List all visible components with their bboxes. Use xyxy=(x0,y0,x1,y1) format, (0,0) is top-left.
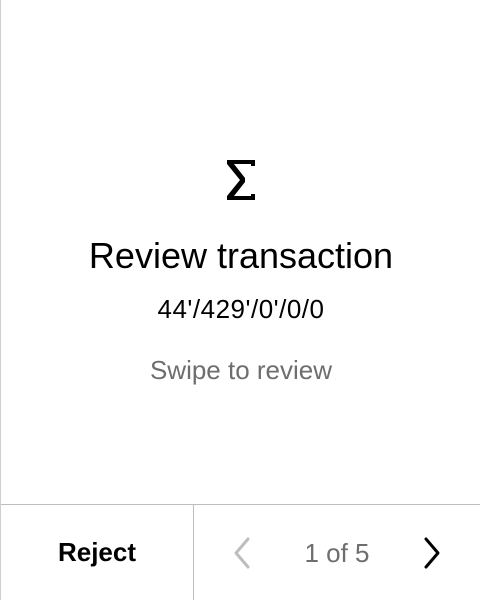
action-footer: Reject 1 of 5 xyxy=(1,504,480,600)
page-title: Review transaction xyxy=(88,235,394,276)
page-indicator: 1 of 5 xyxy=(304,538,370,568)
review-content[interactable]: Review transaction 44'/429'/0'/0/0 Swipe… xyxy=(1,0,480,504)
previous-page-button[interactable] xyxy=(224,533,264,573)
chevron-left-icon xyxy=(234,537,250,569)
sigma-icon xyxy=(227,160,255,200)
derivation-path: 44'/429'/0'/0/0 xyxy=(157,294,325,324)
next-page-button[interactable] xyxy=(410,533,450,573)
chevron-right-icon xyxy=(424,537,440,569)
review-screen: Review transaction 44'/429'/0'/0/0 Swipe… xyxy=(0,0,480,600)
pagination: 1 of 5 xyxy=(194,505,480,600)
swipe-hint: Swipe to review xyxy=(149,355,333,385)
reject-button[interactable]: Reject xyxy=(1,505,193,600)
